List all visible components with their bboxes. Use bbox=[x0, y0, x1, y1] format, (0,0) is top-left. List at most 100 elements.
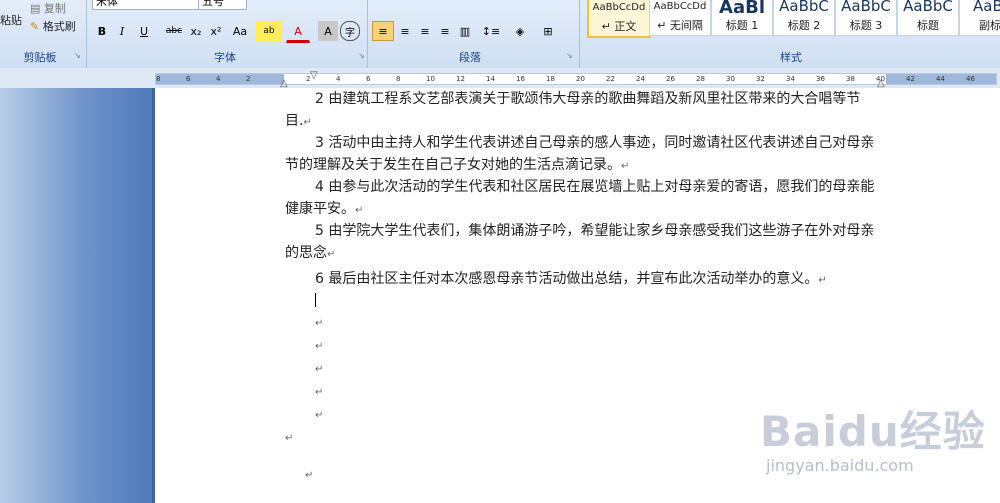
font-size-combo[interactable]: 五号 bbox=[198, 0, 247, 10]
paragraph-launcher-icon[interactable]: ↘ bbox=[566, 52, 574, 60]
first-line-indent-marker-icon[interactable]: ▽ bbox=[310, 70, 318, 81]
ruler-tick-label: 14 bbox=[486, 75, 495, 83]
font-group-label: 字体 bbox=[214, 51, 236, 64]
bold-button[interactable]: B bbox=[92, 21, 112, 41]
style-sample-text: AaBl bbox=[719, 0, 765, 18]
distributed-icon: ▥ bbox=[459, 24, 471, 38]
style-tile[interactable]: AaBl 标题 1 bbox=[711, 0, 773, 36]
font-launcher-icon[interactable]: ↘ bbox=[358, 52, 366, 60]
style-name-label: ↵ 无间隔 bbox=[657, 19, 703, 32]
style-tile[interactable]: AaBbCcDd ↵ 正文 bbox=[587, 0, 651, 38]
paragraph-mark-icon: ↵ bbox=[621, 161, 630, 172]
superscript-button[interactable]: x² bbox=[206, 21, 226, 41]
style-name-label: 标题 3 bbox=[849, 19, 883, 32]
style-name-label: ↵ 正文 bbox=[601, 20, 637, 33]
ruler-tick-label: 6 bbox=[186, 75, 191, 83]
paint-bucket-icon: ◈ bbox=[515, 24, 525, 38]
style-name-label: 标题 1 bbox=[725, 19, 759, 32]
styles-group-label: 样式 bbox=[780, 51, 802, 64]
format-painter-icon: ✎ bbox=[30, 20, 40, 33]
ruler-tick-label: 12 bbox=[456, 75, 465, 83]
paragraph-mark-icon: ↵ bbox=[303, 117, 312, 128]
style-sample-text: AaBbCcDd bbox=[592, 2, 646, 13]
font-name-combo[interactable]: 宋体 bbox=[92, 0, 199, 10]
style-name-label: 标题 2 bbox=[787, 19, 821, 32]
ruler-tick-label: 4 bbox=[216, 75, 221, 83]
ruler-tick-label: 36 bbox=[816, 75, 825, 83]
paragraph-mark-icon: ↵ bbox=[315, 410, 324, 421]
paragraph-mark-icon: ↵ bbox=[315, 341, 324, 352]
watermark-url: jingyan.baidu.com bbox=[766, 456, 914, 475]
font-color-button[interactable]: A bbox=[286, 21, 310, 43]
paragraph-5[interactable]: 6 最后由社区主任对本次感恩母亲节活动做出总结，并宣布此次活动举办的意义。↵ bbox=[285, 268, 885, 292]
align-center-icon: ≡ bbox=[400, 24, 410, 38]
ruler-tick-label: 34 bbox=[786, 75, 795, 83]
ruler-tick-label: 10 bbox=[426, 75, 435, 83]
enclose-characters-button[interactable]: 字 bbox=[340, 21, 360, 41]
align-center-button[interactable]: ≡ bbox=[394, 21, 416, 41]
paragraph-4[interactable]: 5 由学院大学生代表们，集体朗诵游子吟，希望能让家乡母亲感受我们这些游子在外对母… bbox=[285, 220, 885, 266]
ruler-tick-label: 18 bbox=[546, 75, 555, 83]
ruler-tick-label: 42 bbox=[906, 75, 915, 83]
text-cursor bbox=[315, 293, 316, 307]
change-case-button[interactable]: Aa bbox=[226, 21, 254, 41]
paragraph-mark-icon: ↵ bbox=[355, 205, 364, 216]
style-sample-text: AaBbC bbox=[779, 0, 829, 15]
style-tile[interactable]: AaBl 副标 bbox=[959, 0, 1000, 36]
character-shading-button[interactable]: A bbox=[318, 21, 338, 41]
group-divider bbox=[579, 0, 580, 68]
paragraph-mark-icon: ↵ bbox=[818, 275, 827, 286]
ruler-tick-label: 16 bbox=[516, 75, 525, 83]
left-pane-background bbox=[0, 88, 154, 503]
ruler-tick-label: 38 bbox=[846, 75, 855, 83]
copy-button[interactable]: ▤ 复制 bbox=[30, 2, 66, 16]
underline-button[interactable]: U bbox=[132, 21, 156, 41]
borders-icon: ⊞ bbox=[543, 24, 553, 38]
paragraph-3[interactable]: 4 由参与此次活动的学生代表和社区居民在展览墙上贴上对母亲爱的寄语，愿我们的母亲… bbox=[285, 176, 885, 222]
style-tile[interactable]: AaBbC 标题 2 bbox=[773, 0, 835, 36]
style-name-label: 副标 bbox=[979, 19, 1000, 32]
paragraph-mark-icon: ↵ bbox=[285, 433, 294, 444]
style-tile[interactable]: AaBbC 标题 bbox=[897, 0, 959, 36]
ruler-tick-label: 26 bbox=[666, 75, 675, 83]
paragraph-1[interactable]: 2 由建筑工程系文艺部表演关于歌颂伟大母亲的歌曲舞蹈及新风里社区带来的大合唱等节… bbox=[285, 88, 885, 134]
justify-button[interactable]: ≡ bbox=[434, 21, 456, 41]
align-right-icon: ≡ bbox=[420, 24, 430, 38]
format-painter-button[interactable]: ✎ 格式刷 bbox=[30, 20, 76, 34]
ribbon: 粘贴 ▤ 复制 ✎ 格式刷 剪贴板 ↘ 宋体 五号 B I U abc x₂ x… bbox=[0, 0, 1000, 69]
align-left-icon: ≡ bbox=[378, 24, 388, 38]
ruler-tick-label: 22 bbox=[606, 75, 615, 83]
style-tile[interactable]: AaBbCcDd ↵ 无间隔 bbox=[649, 0, 711, 36]
align-left-button[interactable]: ≡ bbox=[372, 21, 394, 41]
ruler-tick-label: 20 bbox=[576, 75, 585, 83]
paste-button[interactable]: 粘贴 bbox=[0, 14, 22, 28]
distributed-button[interactable]: ▥ bbox=[454, 21, 476, 41]
baidu-jingyan-watermark: Baidu经验 jingyan.baidu.com bbox=[760, 398, 990, 493]
watermark-logo: Baidu经验 bbox=[760, 407, 986, 456]
paragraph-2[interactable]: 3 活动中由主持人和学生代表讲述自己母亲的感人事迹，同时邀请社区代表讲述自己对母… bbox=[285, 132, 885, 178]
copy-icon: ▤ bbox=[30, 2, 41, 15]
paragraph-group-label: 段落 bbox=[459, 51, 481, 64]
highlight-button[interactable]: ab bbox=[256, 21, 282, 41]
paragraph-mark-icon: ↵ bbox=[315, 387, 324, 398]
horizontal-ruler[interactable]: 8 6 4 2 2 4 6 8 10 12 14 16 18 20 22 24 26 28 30 32 34 36 38 40… bbox=[0, 68, 1000, 89]
paragraph-mark-icon: ↵ bbox=[305, 470, 314, 481]
ruler-tick-label: 2 bbox=[246, 75, 251, 83]
clipboard-group-label: 剪贴板 bbox=[23, 51, 57, 64]
ruler-tick-label: 46 bbox=[966, 75, 975, 83]
ruler-tick-label: 4 bbox=[336, 75, 341, 83]
italic-button[interactable]: I bbox=[112, 21, 132, 41]
clipboard-launcher-icon[interactable]: ↘ bbox=[74, 52, 82, 60]
line-spacing-icon: ↕≡ bbox=[481, 24, 501, 38]
align-right-button[interactable]: ≡ bbox=[414, 21, 436, 41]
justify-icon: ≡ bbox=[440, 24, 450, 38]
style-sample-text: AaBbCcDd bbox=[653, 1, 707, 12]
ruler-tick-label: 30 bbox=[726, 75, 735, 83]
style-tile[interactable]: AaBbC 标题 3 bbox=[835, 0, 897, 36]
subscript-button[interactable]: x₂ bbox=[186, 21, 206, 41]
borders-button[interactable]: ⊞ bbox=[534, 21, 562, 41]
ruler-tick-label: 28 bbox=[696, 75, 705, 83]
shading-button[interactable]: ◈ bbox=[506, 21, 534, 41]
line-spacing-button[interactable]: ↕≡ bbox=[478, 21, 504, 41]
strikethrough-button[interactable]: abc bbox=[162, 21, 186, 41]
